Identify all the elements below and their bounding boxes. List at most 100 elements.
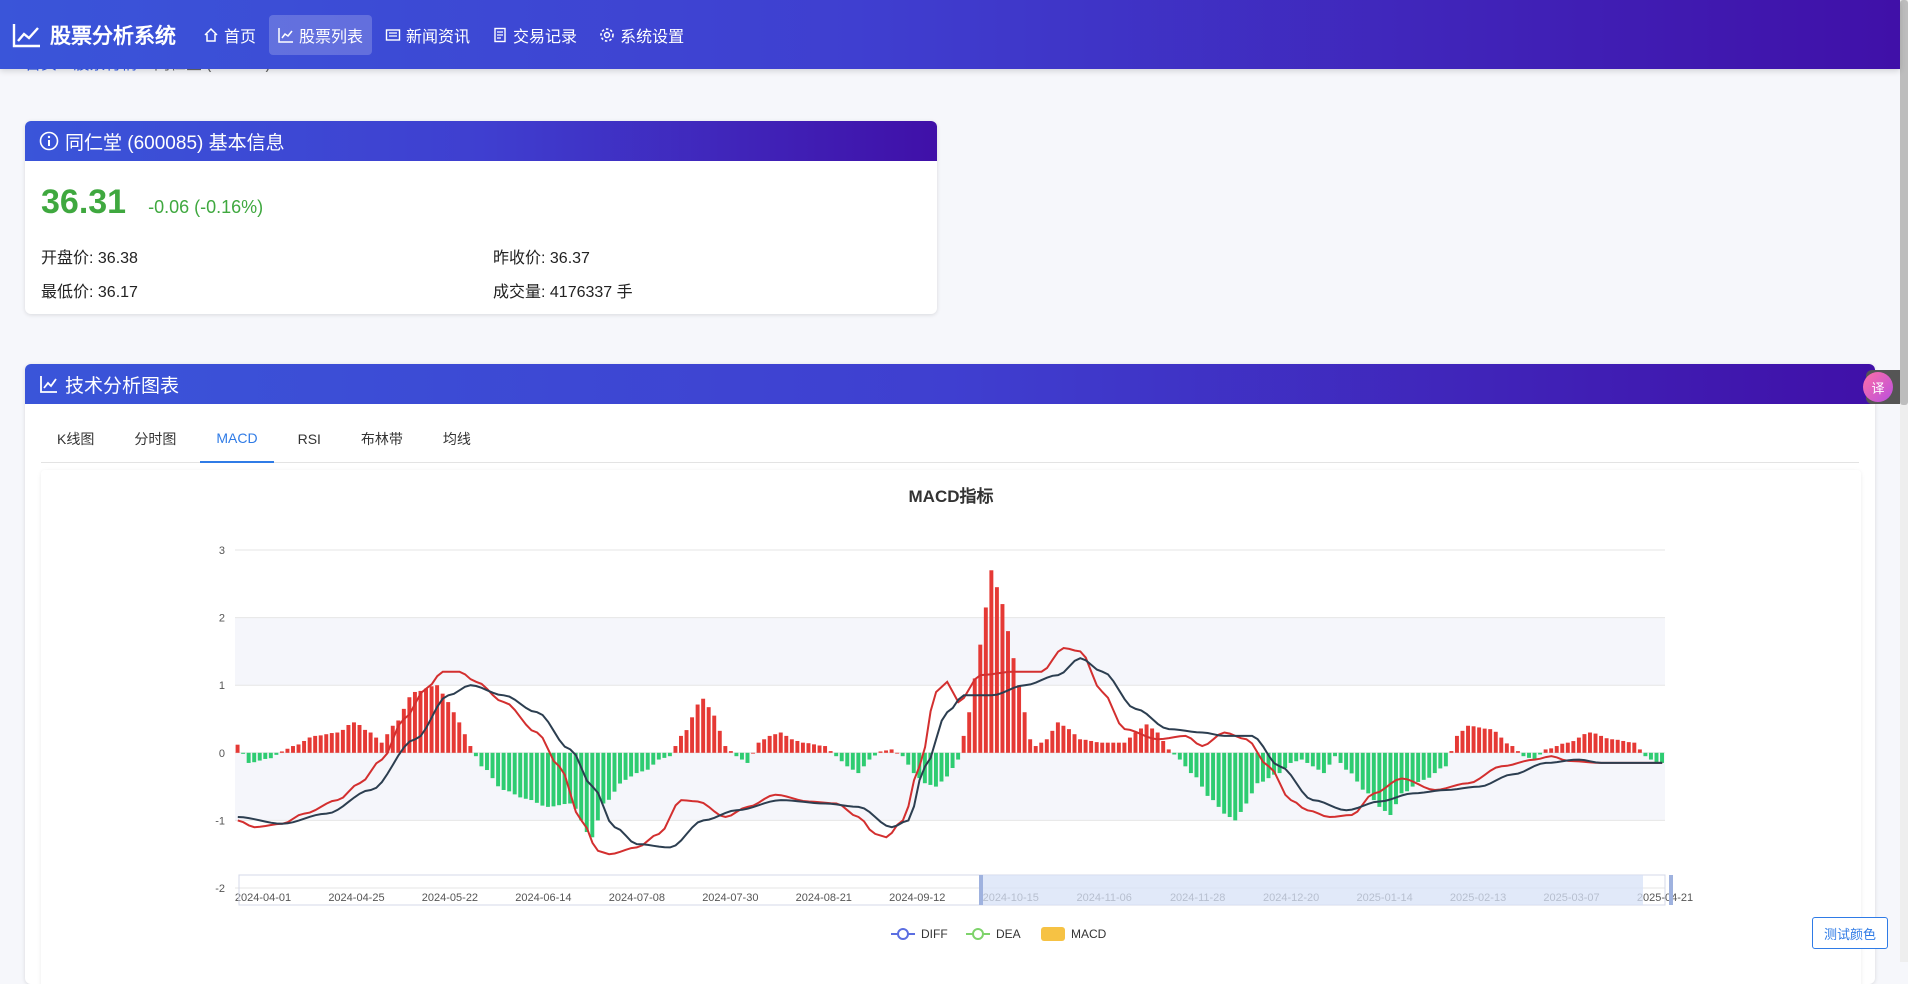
macd-bar: [956, 752, 961, 760]
macd-bar: [545, 752, 550, 807]
macd-bar: [789, 739, 794, 753]
macd-bar: [490, 752, 495, 779]
tab-bollinger[interactable]: 布林带: [345, 416, 419, 462]
macd-bar: [351, 722, 356, 753]
nav-trades[interactable]: 交易记录: [483, 15, 586, 55]
macd-bar: [1554, 746, 1559, 753]
tab-rsi[interactable]: RSI: [282, 416, 337, 462]
macd-bar: [1321, 752, 1326, 774]
macd-bar: [318, 735, 323, 753]
macd-bar: [374, 737, 379, 753]
stock-info-header: 同仁堂 (600085) 基本信息: [25, 121, 937, 161]
macd-bar: [950, 752, 955, 769]
macd-bar: [1172, 752, 1177, 755]
macd-bar: [773, 734, 778, 753]
macd-bar: [1139, 728, 1143, 753]
macd-bar: [834, 752, 839, 757]
tab-macd[interactable]: MACD: [200, 415, 274, 463]
macd-bar: [701, 698, 706, 753]
macd-bar: [1305, 752, 1310, 763]
macd-bar: [485, 752, 489, 771]
macd-bar: [1227, 752, 1232, 818]
macd-bar: [462, 734, 467, 753]
macd-bar: [911, 752, 916, 774]
macd-bar: [451, 712, 456, 753]
macd-bar: [584, 752, 589, 833]
macd-bar: [695, 704, 700, 753]
macd-bar: [994, 587, 999, 753]
macd-bar: [340, 729, 345, 753]
macd-bar: [363, 729, 368, 753]
macd-bar: [839, 752, 844, 762]
macd-bar: [1488, 729, 1493, 753]
document-icon: [494, 27, 506, 42]
macd-bar: [651, 752, 656, 765]
tab-intraday[interactable]: 分时图: [118, 416, 192, 462]
nav-news[interactable]: 新闻资讯: [376, 15, 479, 55]
macd-bar: [501, 752, 506, 790]
macd-bar: [667, 752, 672, 757]
macd-bar: [972, 678, 977, 753]
tab-kline[interactable]: K线图: [41, 416, 110, 462]
test-color-button[interactable]: 测试颜色: [1812, 917, 1888, 949]
macd-bar: [845, 752, 850, 767]
macd-bar: [1405, 752, 1410, 792]
macd-bar: [235, 744, 240, 753]
macd-bar: [945, 752, 949, 777]
macd-bar: [784, 735, 789, 753]
macd-bar: [778, 732, 783, 753]
macd-bar: [1127, 737, 1132, 753]
macd-bar: [1565, 742, 1570, 753]
macd-bar: [529, 752, 534, 801]
home-icon: [204, 27, 218, 42]
macd-bar: [873, 752, 877, 756]
x-tick-label: 2024-09-12: [889, 892, 945, 904]
macd-bar: [1211, 752, 1216, 801]
macd-bar: [1443, 752, 1448, 767]
macd-bar: [717, 730, 722, 753]
macd-bar: [812, 744, 816, 753]
macd-bar: [762, 739, 767, 753]
macd-bar: [1504, 743, 1509, 753]
macd-bar: [806, 743, 811, 753]
macd-bar: [734, 752, 739, 757]
top-navbar: 股票分析系统 首页 股票列表 新闻资讯 交易记录 系统设置: [0, 0, 1900, 69]
nav-settings[interactable]: 系统设置: [590, 15, 693, 55]
macd-bar: [1066, 729, 1071, 753]
legend-swatch: [1041, 927, 1065, 941]
scrollbar[interactable]: [1900, 0, 1908, 962]
macd-bar: [1648, 752, 1653, 760]
macd-bar: [1033, 746, 1038, 753]
x-tick-label: 2024-06-14: [515, 892, 571, 904]
macd-bar: [313, 735, 318, 753]
macd-bar: [1200, 752, 1204, 787]
macd-bar: [1144, 724, 1149, 753]
macd-bar: [1449, 751, 1454, 753]
chart-title: MACD指标: [909, 486, 994, 506]
macd-bar: [1122, 742, 1127, 753]
macd-bar: [939, 752, 944, 782]
macd-bar: [712, 715, 717, 753]
macd-bar: [739, 752, 744, 760]
chart-line-icon: [40, 376, 57, 393]
tab-ma[interactable]: 均线: [427, 416, 487, 462]
macd-bar: [1316, 752, 1321, 770]
macd-bar: [1022, 712, 1027, 753]
scroll-thumb[interactable]: [1900, 0, 1908, 405]
x-tick-label: 2024-08-21: [796, 892, 852, 904]
brand[interactable]: 股票分析系统: [12, 20, 176, 50]
nav-stock-list[interactable]: 股票列表: [269, 14, 373, 55]
macd-bar: [1260, 752, 1265, 782]
y-tick-label: -1: [215, 815, 225, 827]
macd-bar: [523, 752, 528, 799]
nav-home[interactable]: 首页: [194, 15, 265, 55]
macd-bar: [1100, 742, 1105, 753]
legend-marker: [972, 928, 984, 940]
macd-bar: [1116, 742, 1121, 753]
macd-bar: [1288, 752, 1293, 763]
translate-icon[interactable]: 译: [1863, 372, 1893, 402]
macd-bar: [1610, 739, 1615, 753]
macd-bar: [1521, 752, 1526, 757]
macd-bar: [1399, 752, 1404, 794]
legend-marker: [897, 928, 909, 940]
